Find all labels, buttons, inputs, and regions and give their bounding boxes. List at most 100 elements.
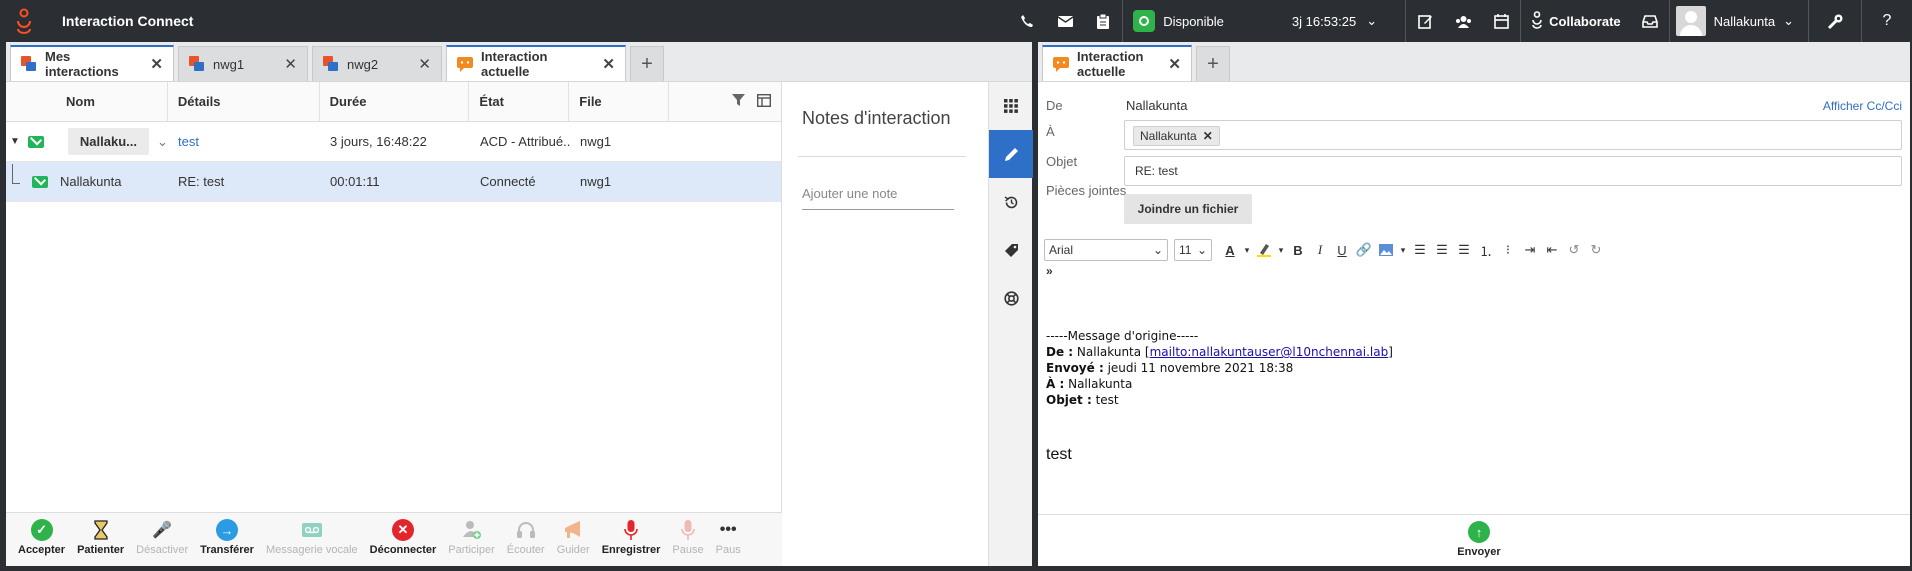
- side-tool-bar: [988, 82, 1033, 566]
- transfer-button[interactable]: → Transférer: [200, 513, 254, 566]
- font-family-select[interactable]: Arial ⌄: [1044, 239, 1168, 261]
- hold-button[interactable]: Patienter: [77, 513, 124, 566]
- action-label: Participer: [448, 544, 495, 556]
- record-button[interactable]: Enregistrer: [602, 513, 660, 566]
- column-state[interactable]: État: [469, 82, 570, 121]
- italic-icon[interactable]: I: [1310, 239, 1330, 261]
- tab-nwg2[interactable]: nwg2 ✕: [312, 46, 442, 81]
- close-icon[interactable]: ✕: [1168, 55, 1181, 73]
- tag-icon[interactable]: [989, 226, 1033, 274]
- tab-nwg1[interactable]: nwg1 ✕: [178, 46, 308, 81]
- orig-from-label: De :: [1046, 345, 1074, 359]
- add-tab-button[interactable]: +: [630, 46, 664, 81]
- chevron-down-icon[interactable]: ⌄: [157, 134, 168, 150]
- column-picker-icon[interactable]: [756, 93, 771, 110]
- to-field[interactable]: Nallakunta ✕: [1124, 120, 1902, 150]
- expand-toggle-icon[interactable]: ▼: [10, 136, 20, 147]
- accept-button[interactable]: ✓ Accepter: [18, 513, 65, 566]
- original-message-header: -----Message d'origine-----: [1046, 329, 1199, 343]
- table-row[interactable]: Nallakunta RE: test 00:01:11 Connecté nw…: [6, 162, 781, 202]
- more-tools-icon[interactable]: »: [1046, 264, 1053, 278]
- add-tab-button[interactable]: +: [1196, 46, 1230, 81]
- chat-icon: [1053, 56, 1069, 72]
- font-size-select[interactable]: 11 ⌄: [1174, 239, 1212, 261]
- tab-my-interactions[interactable]: Mes interactions ✕: [10, 45, 174, 81]
- close-icon[interactable]: ✕: [284, 55, 297, 73]
- link-icon[interactable]: 🔗: [1354, 239, 1374, 261]
- caret-down-icon[interactable]: ▾: [1398, 239, 1408, 261]
- genesys-logo-icon: [0, 0, 48, 42]
- mute-button[interactable]: 🎤 Désactiver: [136, 513, 188, 566]
- help-icon[interactable]: ?: [1862, 0, 1912, 42]
- row-details[interactable]: test: [168, 122, 320, 161]
- collaborate-button[interactable]: Collaborate: [1521, 10, 1631, 32]
- text-color-icon[interactable]: A: [1220, 239, 1240, 261]
- coach-button[interactable]: Guider: [557, 513, 590, 566]
- close-icon[interactable]: ✕: [418, 55, 431, 73]
- numbered-list-icon[interactable]: ⒈: [1476, 239, 1496, 261]
- hourglass-icon: [90, 519, 112, 541]
- join-button[interactable]: Participer: [448, 513, 495, 566]
- subject-field[interactable]: RE: test: [1124, 156, 1902, 186]
- redo-icon[interactable]: ↻: [1586, 239, 1606, 261]
- column-details[interactable]: Détails: [168, 82, 320, 121]
- email-body-editor[interactable]: -----Message d'origine----- De : Nallaku…: [1046, 328, 1896, 408]
- grid-icon[interactable]: [989, 82, 1033, 130]
- bold-icon[interactable]: B: [1288, 239, 1308, 261]
- orig-sent-value: jeudi 11 novembre 2021 18:38: [1107, 361, 1294, 375]
- orig-from-link[interactable]: mailto:nallakuntauser@l10nchennai.lab: [1150, 345, 1389, 359]
- tab-current-interaction[interactable]: Interaction actuelle ✕: [446, 45, 626, 81]
- pause-button[interactable]: Pause: [672, 513, 704, 566]
- voicemail-button[interactable]: Messagerie vocale: [266, 513, 358, 566]
- caret-down-icon[interactable]: ▾: [1242, 239, 1252, 261]
- subject-value: RE: test: [1135, 164, 1178, 178]
- settings-icon[interactable]: [1809, 0, 1861, 42]
- calendar-icon[interactable]: [1482, 0, 1520, 42]
- phone-icon[interactable]: [1008, 0, 1046, 42]
- history-icon[interactable]: [989, 178, 1033, 226]
- mail-icon[interactable]: [1046, 0, 1084, 42]
- image-icon[interactable]: [1376, 239, 1396, 261]
- attach-file-button[interactable]: Joindre un fichier: [1124, 194, 1252, 224]
- edit-icon[interactable]: [1406, 0, 1444, 42]
- tab-current-interaction[interactable]: Interaction actuelle ✕: [1042, 45, 1192, 81]
- align-left-icon[interactable]: ☰: [1410, 239, 1430, 261]
- more-actions-button[interactable]: ••• Paus: [716, 513, 741, 566]
- close-icon[interactable]: ✕: [150, 55, 163, 73]
- column-duration[interactable]: Durée: [320, 82, 470, 121]
- pencil-icon[interactable]: [989, 130, 1033, 178]
- underline-icon[interactable]: U: [1332, 239, 1352, 261]
- filter-icon[interactable]: [731, 94, 745, 109]
- undo-icon[interactable]: ↺: [1564, 239, 1584, 261]
- support-icon[interactable]: [989, 274, 1033, 322]
- clipboard-icon[interactable]: [1084, 0, 1122, 42]
- recipient-chip[interactable]: Nallakunta ✕: [1133, 126, 1220, 146]
- show-cc-link[interactable]: Afficher Cc/Cci: [1823, 99, 1902, 113]
- disconnect-button[interactable]: ✕ Déconnecter: [370, 513, 436, 566]
- row-queue: nwg1: [580, 134, 612, 149]
- send-button[interactable]: ↑ Envoyer: [1048, 515, 1910, 558]
- check-circle-icon: ✓: [30, 519, 53, 541]
- caret-down-icon[interactable]: ▾: [1276, 239, 1286, 261]
- highlight-icon[interactable]: [1254, 239, 1274, 261]
- contacts-icon[interactable]: [1444, 0, 1482, 42]
- align-right-icon[interactable]: ☰: [1454, 239, 1474, 261]
- listen-button[interactable]: Écouter: [507, 513, 545, 566]
- column-name[interactable]: Nom: [6, 82, 168, 121]
- queue-icon: [323, 56, 339, 72]
- tab-label: Interaction actuelle: [481, 49, 548, 79]
- user-menu[interactable]: Nallakunta ⌄: [1670, 6, 1808, 36]
- remove-icon[interactable]: ✕: [1203, 129, 1213, 143]
- align-center-icon[interactable]: ☰: [1432, 239, 1452, 261]
- outdent-icon[interactable]: ⇤: [1542, 239, 1562, 261]
- add-note-input[interactable]: Ajouter une note: [802, 186, 954, 210]
- indent-icon[interactable]: ⇥: [1520, 239, 1540, 261]
- action-label: Écouter: [506, 544, 545, 556]
- status-selector[interactable]: Disponible 3j 16:53:25 ⌄: [1123, 0, 1405, 42]
- close-icon[interactable]: ✕: [602, 55, 615, 73]
- action-label: Pause: [672, 544, 704, 556]
- table-row[interactable]: ▼ Nallaku... ⌄ test 3 jours, 16:48:22 AC…: [6, 122, 781, 162]
- bullet-list-icon[interactable]: ⁝: [1498, 239, 1518, 261]
- inbox-icon[interactable]: [1631, 0, 1669, 42]
- column-queue[interactable]: File: [569, 82, 670, 121]
